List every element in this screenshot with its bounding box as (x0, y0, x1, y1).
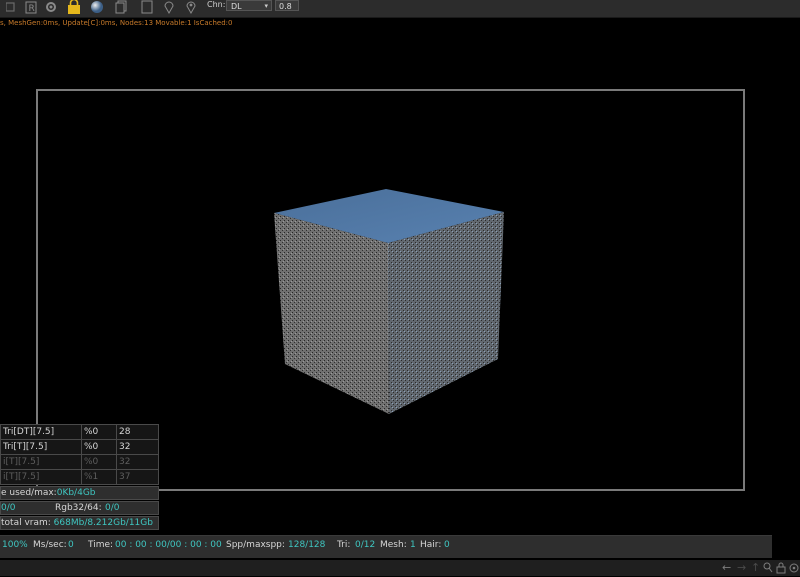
ms-sec-value: 0 (68, 540, 74, 550)
stats-value-cell: 37 (116, 469, 159, 485)
hair-value: 0 (444, 540, 450, 550)
total-vram-row: total vram: 668Mb/8.212Gb/11Gb (0, 516, 159, 530)
tri-label: Tri: (337, 540, 351, 550)
table-row: Tri[T][7.5] %0 32 (0, 439, 159, 455)
render-r-label: R (29, 4, 35, 14)
progress-percent: 100% (2, 540, 28, 550)
stats-percent-cell: %0 (81, 424, 117, 440)
table-row: i[T][7.5] %0 32 (0, 454, 159, 470)
stats-label-cell: Tri[T][7.5] (0, 439, 82, 455)
table-row: Tri[DT][7.5] %0 28 (0, 424, 159, 440)
copy-icon[interactable] (115, 0, 129, 14)
stats-value-cell: 32 (116, 439, 159, 455)
memory-used-label: e used/max: (1, 488, 57, 498)
lock-icon[interactable] (67, 0, 81, 14)
stats-label-cell: Tri[DT][7.5] (0, 424, 82, 440)
render-status-line: s, MeshGen:0ms, Update[C]:0ms, Nodes:13 … (0, 19, 233, 27)
navigation-bar: ← → ↑ (0, 560, 800, 576)
stats-value-cell: 28 (116, 424, 159, 440)
ms-sec-label: Ms/sec: (33, 540, 67, 550)
table-row: i[T][7.5] %1 37 (0, 469, 159, 485)
memory-rgb-label: Rgb32/64: (55, 503, 102, 513)
vram-value: 668Mb/8.212Gb/11Gb (53, 518, 153, 528)
vram-label: total vram: (1, 518, 51, 528)
spp-label: Spp/maxspp: (226, 540, 285, 550)
sphere-icon[interactable] (90, 0, 104, 14)
arrow-up-icon[interactable]: ↑ (751, 562, 760, 574)
channel-select-value: DL (231, 2, 242, 11)
tri-value: 0/12 (355, 540, 376, 550)
render-r-icon[interactable]: R (24, 0, 38, 14)
stats-value-cell: 32 (116, 454, 159, 470)
arrow-left-icon[interactable]: ← (722, 562, 731, 574)
toolbar-icon-partial[interactable] (4, 0, 18, 14)
lock-icon[interactable] (776, 562, 786, 577)
spp-value: 128/128 (288, 540, 326, 550)
memory-used-row: e used/max:0Kb/4Gb (0, 486, 159, 500)
channel-label: Chn: (207, 0, 226, 9)
memory-rgb-value: 0/0 (105, 503, 120, 513)
pin-icon[interactable] (162, 0, 176, 14)
arrow-right-icon[interactable]: → (737, 562, 746, 574)
document-icon[interactable] (140, 0, 154, 14)
stats-label-cell: i[T][7.5] (0, 469, 82, 485)
value-spinbox[interactable]: 0.8 (275, 0, 299, 11)
cube-left-face (274, 213, 389, 414)
toolbar: R Chn: DL ▾ 0.8 (0, 0, 800, 18)
cube-right-face (388, 212, 504, 414)
gear-icon[interactable] (44, 0, 58, 14)
stats-percent-cell: %1 (81, 469, 117, 485)
stats-percent-cell: %0 (81, 454, 117, 470)
value-spinbox-text: 0.8 (279, 2, 292, 11)
settings-icon[interactable] (789, 562, 799, 577)
mesh-value: 1 (410, 540, 416, 550)
mesh-label: Mesh: (380, 540, 407, 550)
memory-rgb-row: 0/0 Rgb32/64: 0/0 (0, 501, 159, 515)
render-status-bar: 100% Ms/sec: 0 Time: 00 : 00 : 00/00 : 0… (0, 535, 772, 558)
stats-percent-cell: %0 (81, 439, 117, 455)
channel-select[interactable]: DL ▾ (226, 0, 272, 11)
memory-left-value: 0/0 (1, 503, 16, 513)
hair-label: Hair: (420, 540, 442, 550)
memory-used-value: 0Kb/4Gb (56, 488, 96, 498)
location-icon[interactable] (184, 0, 198, 14)
zoom-icon[interactable] (763, 562, 773, 577)
rendered-cube (274, 189, 504, 414)
chevron-down-icon: ▾ (264, 2, 268, 10)
device-stats-table: Tri[DT][7.5] %0 28 Tri[T][7.5] %0 32 i[T… (0, 424, 159, 485)
time-value: 00 : 00 : 00/00 : 00 : 00 (115, 540, 222, 550)
time-label: Time: (88, 540, 114, 550)
stats-label-cell: i[T][7.5] (0, 454, 82, 470)
